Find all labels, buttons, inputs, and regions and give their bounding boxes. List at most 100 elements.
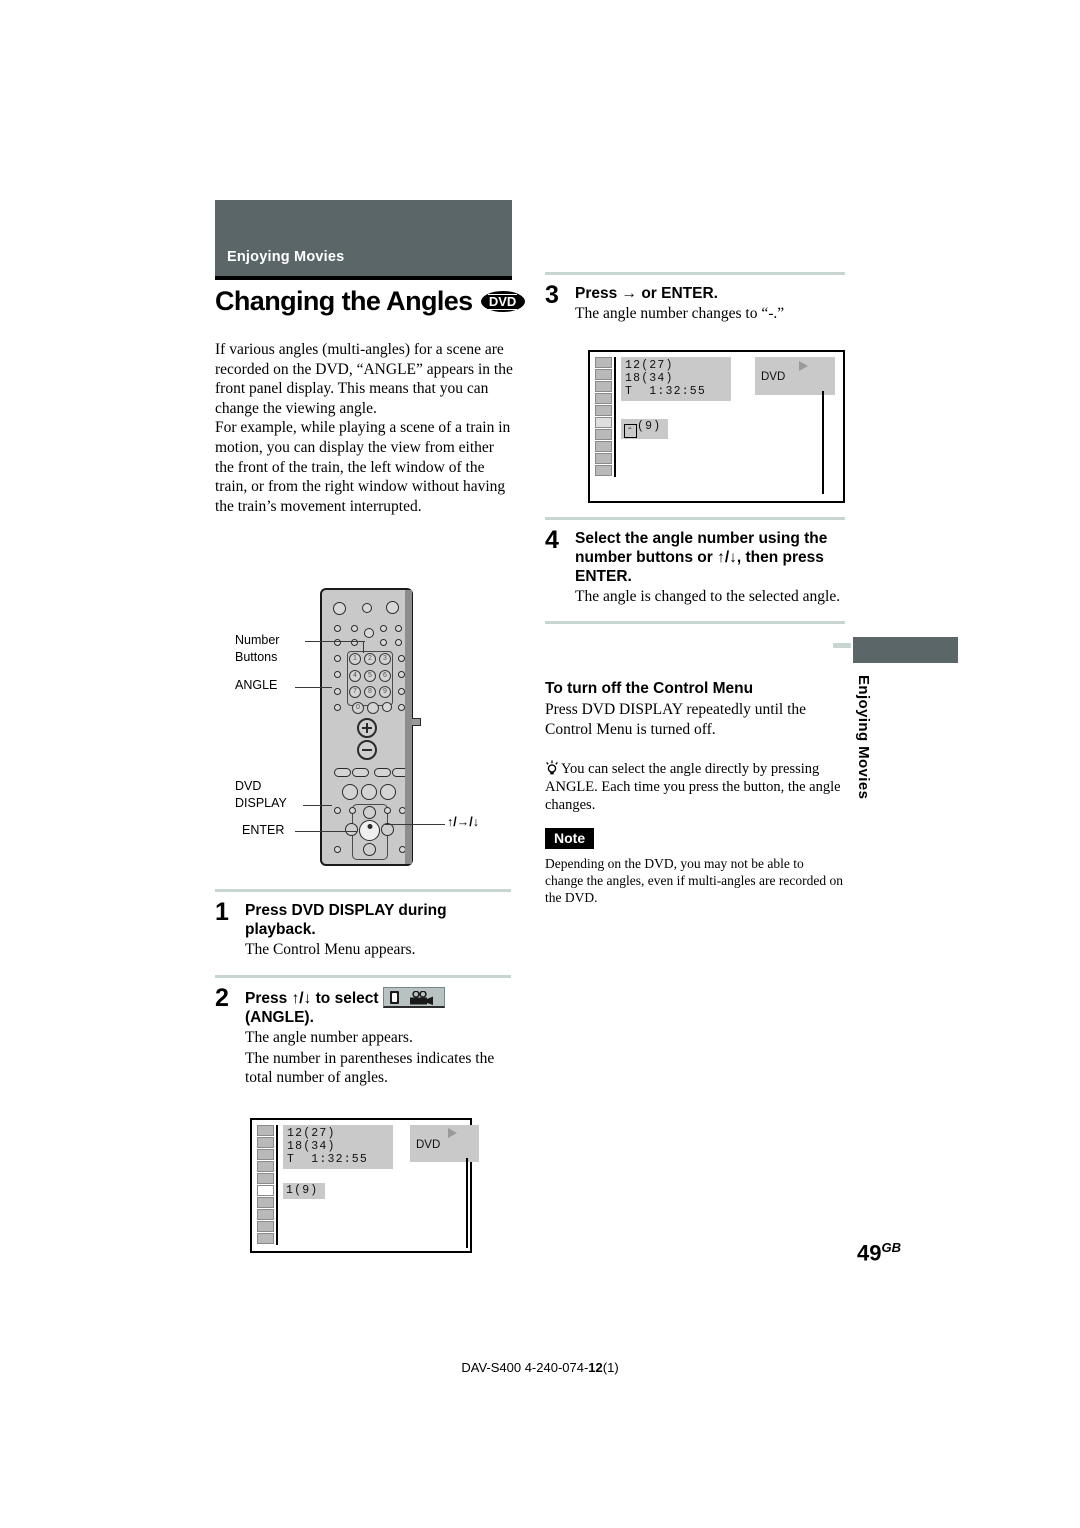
page-title-text: Changing the Angles [215, 286, 473, 316]
callout-line-enter [295, 831, 357, 833]
control-menu-line2: 18(34) [287, 1140, 336, 1153]
remote-button-top-center [362, 603, 372, 613]
remote-button-r2c5 [395, 625, 402, 632]
remote-button-dvd-display [334, 807, 341, 814]
footer: DAV-S400 4-240-074-12(1) [0, 1360, 1080, 1375]
step-2-heading-before: Press ↑/↓ to select [245, 990, 379, 1007]
control-menu-cell-active [595, 417, 612, 428]
remote-button-right-3 [398, 688, 405, 695]
control-menu-line1: 12(27) [625, 359, 674, 372]
remote-side-notch [407, 718, 421, 726]
control-menu-cell [595, 381, 612, 392]
callout-angle: ANGLE [235, 678, 278, 692]
page-number-value: 49 [857, 1240, 882, 1266]
step-2-heading-after: (ANGLE). [245, 1009, 314, 1026]
remote-button-clear [382, 702, 392, 712]
control-menu-right-divider-top [822, 391, 825, 494]
step-3-description: The angle number changes to “-.” [575, 305, 785, 322]
control-menu-disc-label: DVD [416, 1139, 441, 1151]
control-menu-line2: 18(34) [625, 372, 674, 385]
remote-button-r2c3 [364, 628, 374, 638]
turn-off-heading: To turn off the Control Menu [545, 680, 754, 697]
control-menu-cell [595, 369, 612, 380]
remote-button-left-1 [334, 655, 341, 662]
remote-button-r3c4 [380, 639, 387, 646]
number-button-3: 3 [379, 653, 391, 665]
control-menu-cell [595, 393, 612, 404]
control-menu-disc-label: DVD [761, 371, 786, 383]
control-menu-angle-value-boxed: - [624, 424, 637, 438]
remote-button-left-4 [334, 704, 341, 711]
control-menu-cell [257, 1209, 274, 1220]
control-menu-cell [595, 357, 612, 368]
control-menu-sidebar-bottom [257, 1125, 278, 1245]
note-section: Note Depending on the DVD, you may not b… [545, 828, 845, 906]
manual-page: Enjoying Movies Changing the Angles DVD I… [0, 0, 1080, 1528]
control-menu-cell [257, 1233, 274, 1244]
number-button-11 [367, 702, 379, 714]
control-menu-cell [257, 1137, 274, 1148]
callout-number-buttons-line2: Buttons [235, 650, 278, 664]
control-menu-cell [595, 441, 612, 452]
dvd-disc-badge-icon: DVD [480, 291, 525, 312]
turn-off-section: To turn off the Control Menu Press DVD D… [545, 680, 845, 739]
step-1-block: 1 Press DVD DISPLAY during playback. The… [215, 889, 511, 960]
step-4-number: 4 [545, 526, 559, 554]
control-menu-cell [257, 1221, 274, 1232]
callout-display: DISPLAY [235, 796, 287, 810]
remote-button-enter [359, 820, 380, 841]
control-menu-right-divider-bottom [466, 1158, 469, 1248]
intro-paragraph-2: For example, while playing a scene of a … [215, 419, 511, 515]
number-button-2: 2 [364, 653, 376, 665]
remote-button-dpad-tl [349, 807, 356, 814]
remote-button-next-2 [392, 768, 409, 777]
footer-bold-part: 12 [588, 1360, 603, 1375]
control-menu-cell [257, 1149, 274, 1160]
camcorder-icon [409, 991, 433, 1005]
page-title: Changing the Angles DVD [215, 286, 535, 317]
step-4-heading: Select the angle number using the number… [575, 530, 828, 585]
step-4-bottom-rule [545, 620, 845, 624]
remote-button-right-2 [398, 671, 405, 678]
number-button-1: 1 [349, 653, 361, 665]
remote-button-right-1 [398, 655, 405, 662]
control-menu-sidebar-top [595, 357, 616, 477]
angle-control-menu-icon [382, 987, 445, 1008]
note-badge: Note [545, 828, 595, 849]
remote-button-left [345, 823, 358, 836]
section-header-band: Enjoying Movies [215, 200, 512, 276]
control-menu-display-bottom: 12(27) 18(34) T 1:32:55 DVD 1(9) [250, 1118, 479, 1253]
step-2-description-2: The number in parentheses indicates the … [245, 1049, 495, 1087]
number-button-9: 9 [379, 686, 391, 698]
number-button-10: 0 [352, 702, 364, 714]
control-menu-cell [257, 1125, 274, 1136]
step-3-block: 3 Press → or ENTER. The angle number cha… [545, 272, 845, 324]
control-menu-angle-value-bottom: 1(9) [283, 1183, 326, 1199]
control-menu-cell-active [257, 1185, 274, 1196]
step-4: 4 Select the angle number using the numb… [545, 520, 845, 607]
remote-button-top-right [386, 601, 399, 614]
remote-button-prev-1 [334, 768, 351, 777]
angle-icon-chip [389, 991, 399, 1004]
remote-button-next-1 [352, 768, 369, 777]
step-2-heading: Press ↑/↓ to select (ANGLE). [245, 987, 511, 1027]
callout-line-dvd-display [303, 805, 332, 807]
tip-text: You can select the angle directly by pre… [545, 761, 841, 813]
callout-enter: ENTER [242, 823, 285, 837]
remote-button-angle [334, 688, 341, 695]
turn-off-text: Press DVD DISPLAY repeatedly until the C… [545, 701, 807, 738]
remote-button-r2c4 [380, 625, 387, 632]
tip-bulb-icon [546, 760, 558, 775]
callout-line-number-buttons [305, 641, 365, 643]
intro-paragraphs: If various angles (multi-angles) for a s… [215, 340, 515, 516]
left-column: If various angles (multi-angles) for a s… [215, 340, 515, 516]
callout-number-buttons-line1: Number [235, 633, 280, 647]
page-number: 49GB [857, 1240, 901, 1266]
control-menu-cell [595, 453, 612, 464]
number-button-8: 8 [364, 686, 376, 698]
remote-button-power [333, 602, 346, 615]
control-menu-line3: T 1:32:55 [287, 1153, 369, 1166]
callout-arrows: ↑/→/↓ [447, 815, 479, 829]
control-menu-display-top: 12(27) 18(34) T 1:32:55 DVD - (9) [588, 350, 845, 503]
side-tab-band [853, 637, 958, 663]
